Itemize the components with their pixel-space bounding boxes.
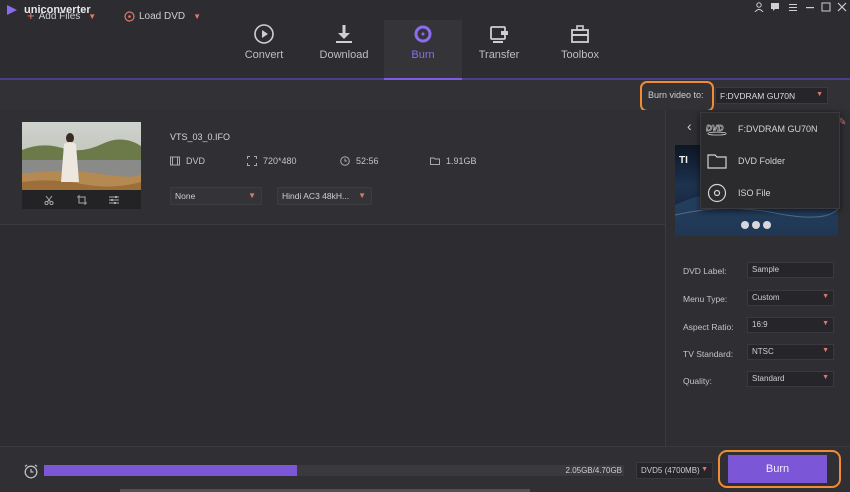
subtitle-select[interactable]: None ▼ bbox=[170, 187, 262, 205]
dvd-label-label: DVD Label: bbox=[683, 266, 727, 276]
app-logo-icon bbox=[7, 5, 17, 15]
dvd-label-input[interactable]: Sample bbox=[747, 262, 834, 278]
plus-icon: + bbox=[27, 8, 35, 23]
menu-type-label: Menu Type: bbox=[683, 294, 728, 304]
burn-icon bbox=[414, 25, 432, 43]
nav-toolbox[interactable]: Toolbox bbox=[546, 20, 614, 78]
tv-standard-select[interactable]: NTSC ▼ bbox=[747, 344, 834, 360]
chevron-down-icon: ▼ bbox=[816, 91, 823, 98]
nav-download-label: Download bbox=[319, 49, 369, 61]
disc-capacity-fill bbox=[44, 465, 297, 476]
clock-icon bbox=[340, 156, 350, 166]
nav-convert-label: Convert bbox=[244, 49, 284, 61]
chevron-down-icon: ▼ bbox=[193, 11, 202, 21]
chevron-down-icon: ▼ bbox=[822, 293, 829, 300]
toolbox-icon bbox=[571, 25, 589, 43]
quality-label: Quality: bbox=[683, 376, 712, 386]
file-name: VTS_03_0.IFO bbox=[170, 132, 231, 142]
svg-text:DVD: DVD bbox=[706, 124, 723, 133]
quality-value: Standard bbox=[752, 374, 785, 383]
nav-transfer-label: Transfer bbox=[478, 49, 520, 61]
dropdown-item-dvd-drive-label: F:DVDRAM GU70N bbox=[738, 124, 818, 134]
burn-to-value: F:DVDRAM GU70N bbox=[720, 91, 796, 101]
aspect-ratio-label: Aspect Ratio: bbox=[683, 322, 734, 332]
nav-download[interactable]: Download bbox=[308, 20, 380, 78]
burn-target-dropdown: DVD F:DVDRAM GU70N DVD Folder ISO File bbox=[700, 112, 840, 209]
chevron-down-icon: ▼ bbox=[822, 374, 829, 381]
aspect-ratio-value: 16:9 bbox=[752, 320, 768, 329]
file-size: 1.91GB bbox=[430, 156, 477, 166]
subtitle-value: None bbox=[175, 191, 196, 201]
dropdown-item-dvd-folder-label: DVD Folder bbox=[738, 156, 786, 166]
audio-track-value: Hindi AC3 48kH... bbox=[282, 191, 350, 201]
chevron-left-icon[interactable]: ‹ bbox=[687, 118, 692, 134]
crop-icon[interactable] bbox=[76, 194, 87, 205]
download-icon bbox=[336, 25, 352, 43]
close-icon[interactable] bbox=[835, 2, 849, 16]
nav-burn-label: Burn bbox=[411, 49, 435, 61]
disc-type-select[interactable]: DVD5 (4700MB) ▼ bbox=[636, 462, 713, 479]
dvd-icon: DVD bbox=[706, 118, 728, 140]
menu-icon[interactable] bbox=[786, 2, 800, 16]
thumbnail-tools bbox=[22, 190, 141, 209]
dvd-disc-icon bbox=[124, 10, 135, 22]
tv-standard-label: TV Standard: bbox=[683, 349, 734, 359]
file-duration-value: 52:56 bbox=[356, 156, 379, 166]
convert-icon bbox=[254, 24, 274, 44]
scissors-icon[interactable] bbox=[44, 195, 54, 205]
tv-standard-value: NTSC bbox=[752, 347, 774, 356]
menu-type-select[interactable]: Custom ▼ bbox=[747, 290, 834, 306]
schedule-icon[interactable] bbox=[23, 463, 39, 479]
nav-toolbox-label: Toolbox bbox=[561, 49, 599, 61]
chevron-down-icon: ▼ bbox=[248, 191, 256, 200]
aspect-ratio-select[interactable]: 16:9 ▼ bbox=[747, 317, 834, 333]
disc-type-value: DVD5 (4700MB) bbox=[641, 466, 700, 475]
load-dvd-label: Load DVD bbox=[139, 10, 186, 22]
nav-transfer[interactable]: Transfer bbox=[466, 20, 532, 78]
file-resolution: 720*480 bbox=[247, 156, 297, 166]
burn-to-label: Burn video to: bbox=[648, 90, 704, 100]
menu-type-value: Custom bbox=[752, 293, 780, 302]
transfer-icon bbox=[490, 26, 508, 43]
chat-icon[interactable] bbox=[768, 2, 782, 16]
dropdown-item-iso-file[interactable]: ISO File bbox=[701, 177, 841, 209]
video-thumbnail[interactable] bbox=[22, 122, 141, 190]
chevron-down-icon: ▼ bbox=[358, 191, 366, 200]
disc-capacity-text: 2.05GB/4.70GB bbox=[565, 466, 622, 475]
add-files-button[interactable]: + Add Files ▼ bbox=[27, 8, 96, 24]
folder-icon bbox=[706, 150, 728, 172]
quality-select[interactable]: Standard ▼ bbox=[747, 371, 834, 387]
adjust-icon[interactable] bbox=[108, 195, 119, 205]
dropdown-item-iso-file-label: ISO File bbox=[738, 188, 771, 198]
svg-text:TI: TI bbox=[679, 155, 688, 166]
dropdown-item-dvd-drive[interactable]: DVD F:DVDRAM GU70N bbox=[701, 113, 841, 145]
file-format: DVD bbox=[170, 156, 205, 166]
nav-burn[interactable]: Burn bbox=[384, 20, 462, 78]
load-dvd-button[interactable]: Load DVD ▼ bbox=[124, 8, 201, 24]
add-files-label: Add Files bbox=[38, 10, 81, 22]
chevron-down-icon: ▼ bbox=[822, 320, 829, 327]
folder-icon bbox=[430, 157, 440, 165]
user-icon[interactable] bbox=[752, 2, 766, 16]
file-size-value: 1.91GB bbox=[446, 156, 477, 166]
nav-convert[interactable]: Convert bbox=[230, 20, 298, 78]
disc-icon bbox=[706, 182, 728, 204]
maximize-icon[interactable] bbox=[819, 2, 833, 16]
audio-track-select[interactable]: Hindi AC3 48kH... ▼ bbox=[277, 187, 372, 205]
dvd-label-value: Sample bbox=[752, 265, 780, 274]
video-thumbnail-image bbox=[22, 122, 141, 190]
chevron-down-icon: ▼ bbox=[822, 347, 829, 354]
file-format-value: DVD bbox=[186, 156, 206, 166]
file-duration: 52:56 bbox=[340, 156, 379, 166]
film-icon bbox=[170, 156, 180, 166]
chevron-down-icon: ▼ bbox=[88, 11, 97, 21]
resolution-icon bbox=[247, 156, 257, 166]
dropdown-item-dvd-folder[interactable]: DVD Folder bbox=[701, 145, 841, 177]
burn-to-select[interactable]: F:DVDRAM GU70N ▼ bbox=[715, 87, 828, 104]
file-resolution-value: 720*480 bbox=[263, 156, 297, 166]
chevron-down-icon: ▼ bbox=[701, 466, 708, 473]
burn-button[interactable]: Burn bbox=[728, 455, 827, 483]
minimize-icon[interactable] bbox=[803, 2, 817, 16]
